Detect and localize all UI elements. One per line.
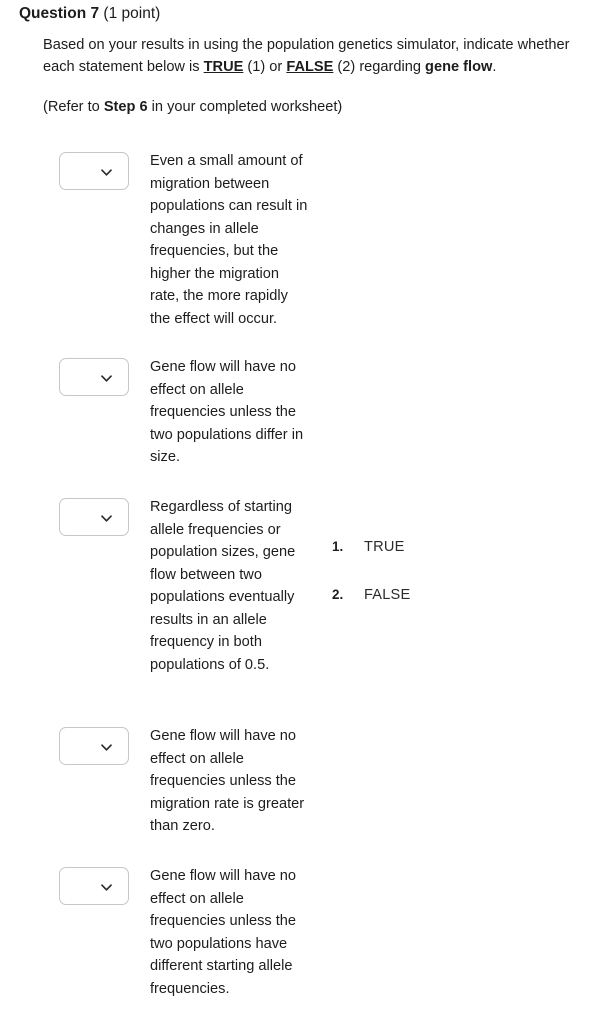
statement-text-2: Gene flow will have no effect on allele …: [150, 359, 304, 465]
refer-note: (Refer to Step 6 in your completed works…: [43, 96, 342, 118]
statement-text-5: Gene flow will have no effect on allele …: [150, 868, 297, 997]
statement-text-3: Regardless of starting allele frequencie…: [150, 499, 296, 673]
chevron-down-icon: [100, 512, 113, 525]
answer-option-label: TRUE: [364, 539, 405, 555]
answer-dropdown-3[interactable]: [59, 498, 129, 536]
answer-option-number: 1.: [332, 539, 344, 554]
question-number: Question 7: [19, 5, 100, 22]
true-token: TRUE: [203, 59, 244, 75]
prompt-part-4: .: [492, 59, 497, 75]
answer-option-number: 2.: [332, 587, 344, 602]
refer-part-2: in your completed worksheet): [147, 99, 343, 115]
refer-part-1: (Refer to: [43, 99, 104, 115]
prompt-part-3: (2) regarding: [333, 59, 426, 75]
question-prompt: Based on your results in using the popul…: [43, 34, 583, 78]
answer-option-1: 1. TRUE: [332, 537, 405, 557]
chevron-down-icon: [100, 166, 113, 179]
statement-text-4: Gene flow will have no effect on allele …: [150, 728, 305, 834]
answer-dropdown-4[interactable]: [59, 727, 129, 765]
answer-dropdown-2[interactable]: [59, 358, 129, 396]
answer-dropdown-5[interactable]: [59, 867, 129, 905]
gene-flow-token: gene flow: [425, 59, 493, 75]
answer-dropdown-1[interactable]: [59, 152, 129, 190]
chevron-down-icon: [100, 881, 113, 894]
question-points: (1 point): [103, 5, 161, 22]
prompt-part-2: (1) or: [243, 59, 287, 75]
step-token: Step 6: [103, 99, 148, 115]
page-title: Question 7 (1 point): [19, 4, 160, 24]
question-page: Question 7 (1 point) Based on your resul…: [0, 0, 599, 1024]
chevron-down-icon: [100, 741, 113, 754]
false-token: FALSE: [286, 59, 334, 75]
answer-option-2: 2. FALSE: [332, 585, 410, 605]
chevron-down-icon: [100, 372, 113, 385]
statement-text-1: Even a small amount of migration between…: [150, 153, 308, 327]
answer-option-label: FALSE: [364, 587, 411, 603]
